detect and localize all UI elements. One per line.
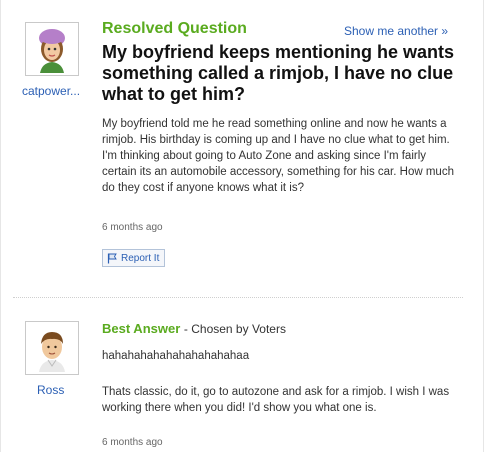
report-it-button[interactable]: Report It bbox=[102, 249, 166, 267]
answerer-avatar[interactable] bbox=[25, 321, 79, 375]
chosen-by-label: - Chosen by Voters bbox=[183, 322, 286, 336]
best-answer-header: Best Answer - Chosen by Voters bbox=[102, 321, 286, 336]
question-timestamp: 6 months ago bbox=[102, 222, 163, 233]
question-body: My boyfriend told me he read something o… bbox=[102, 118, 454, 194]
asker-avatar[interactable] bbox=[25, 22, 79, 76]
answerer-username[interactable]: Ross bbox=[37, 383, 64, 397]
answer-first-line: hahahahahahahahahahahaa bbox=[102, 350, 250, 362]
question-page: catpower... Resolved Question Show me an… bbox=[0, 0, 484, 452]
resolved-question-label: Resolved Question bbox=[102, 20, 247, 37]
question-title: My boyfriend keeps mentioning he wants s… bbox=[102, 42, 455, 104]
show-another-link[interactable]: Show me another » bbox=[344, 24, 448, 38]
asker-username[interactable]: catpower... bbox=[22, 84, 80, 98]
flag-icon bbox=[107, 253, 117, 263]
answerer-avatar-image bbox=[28, 324, 76, 372]
section-divider bbox=[13, 297, 463, 298]
best-answer-label: Best Answer bbox=[102, 321, 181, 336]
asker-avatar-image bbox=[28, 25, 76, 73]
answer-body: Thats classic, do it, go to autozone and… bbox=[102, 386, 450, 414]
report-it-label: Report It bbox=[121, 252, 160, 264]
answer-timestamp: 6 months ago bbox=[102, 437, 163, 448]
